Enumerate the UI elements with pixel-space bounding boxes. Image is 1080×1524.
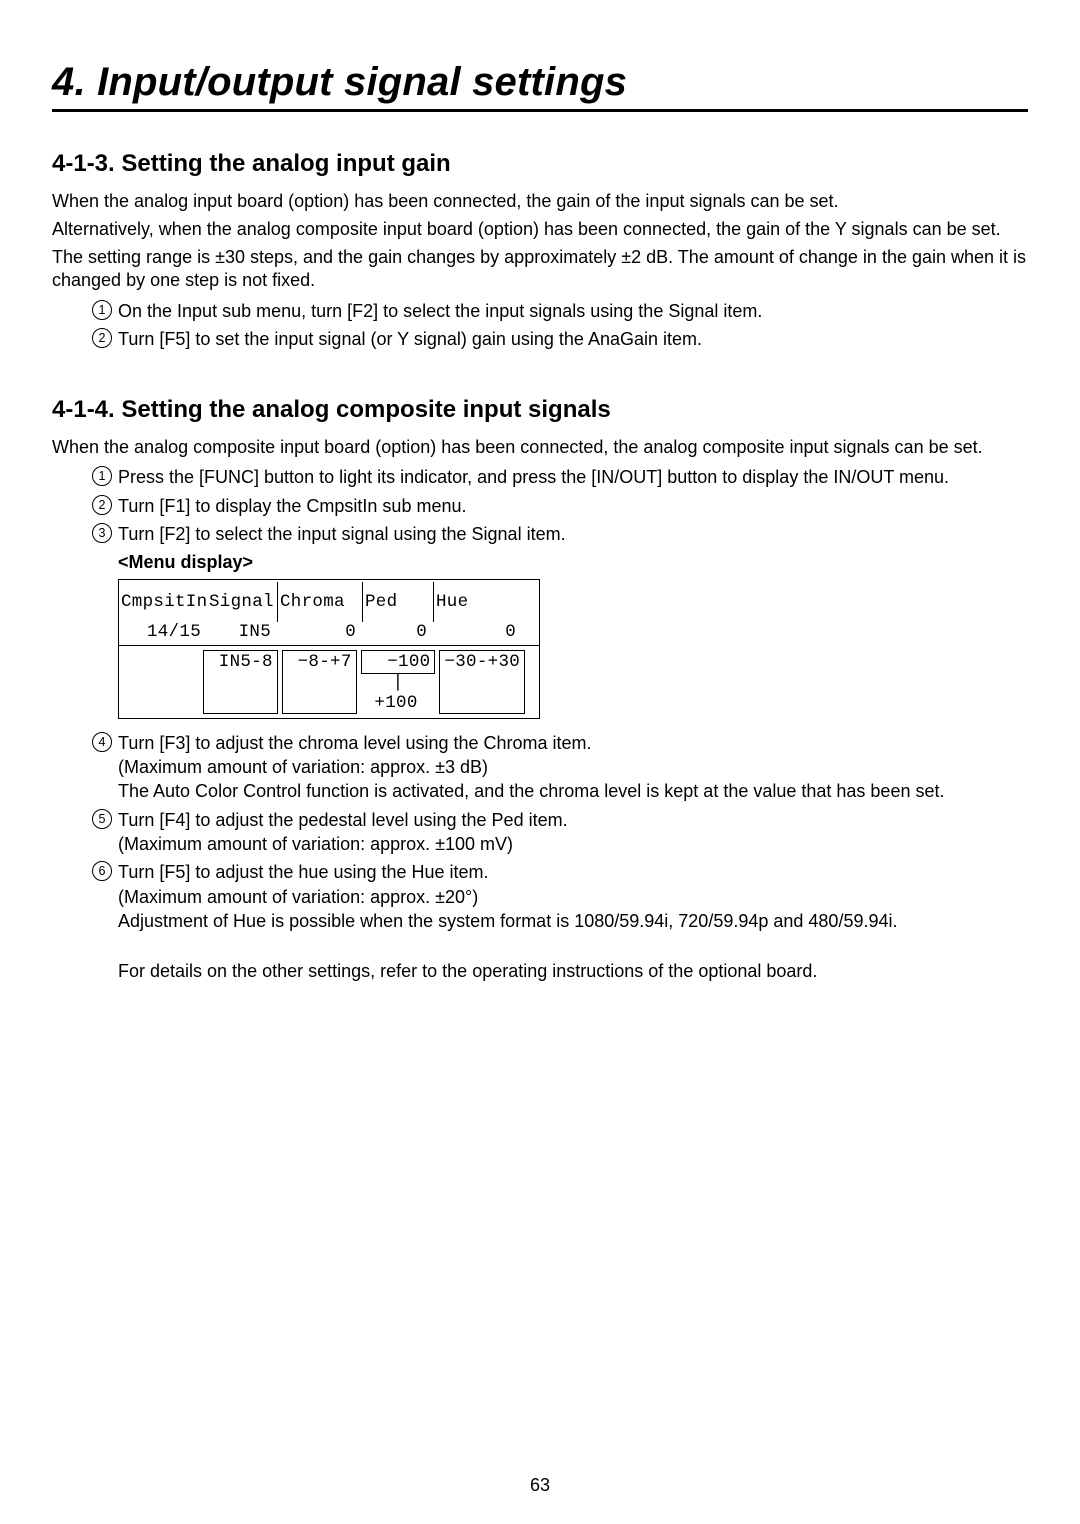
range-box-ped-bottom: +100 — [374, 693, 421, 714]
circled-number-icon: 4 — [92, 732, 112, 752]
step-item: 3 Turn [F2] to select the input signal u… — [92, 522, 1028, 546]
step-item: 5 Turn [F4] to adjust the pedestal level… — [92, 808, 1028, 857]
step-item: 2 Turn [F1] to display the CmpsitIn sub … — [92, 494, 1028, 518]
body-text: The setting range is ±30 steps, and the … — [52, 246, 1028, 294]
menu-divider — [119, 645, 539, 646]
page-number: 63 — [0, 1475, 1080, 1496]
step-subtext: The Auto Color Control function is activ… — [118, 781, 944, 801]
step-subtext: Adjustment of Hue is possible when the s… — [118, 911, 897, 931]
menu-col-header: CmpsitIn — [119, 592, 207, 613]
section-heading-414: 4-1-4. Setting the analog composite inpu… — [52, 396, 1028, 424]
menu-header-row: CmpsitIn Signal Chroma Ped Hue — [119, 582, 539, 622]
menu-value: IN5 — [207, 622, 277, 643]
step-item: 2 Turn [F5] to set the input signal (or … — [92, 327, 1028, 351]
range-box-hue: −30-+30 — [439, 650, 525, 714]
menu-value: 0 — [363, 622, 433, 643]
chapter-title: 4. Input/output signal settings — [52, 60, 1028, 112]
menu-value: 0 — [278, 622, 362, 643]
step-text: Turn [F3] to adjust the chroma level usi… — [118, 733, 592, 753]
step-text: Turn [F5] to set the input signal (or Y … — [118, 329, 702, 349]
step-item: 4 Turn [F3] to adjust the chroma level u… — [92, 731, 1028, 804]
menu-value-row: 14/15 IN5 0 0 0 — [119, 622, 539, 643]
menu-range-row: IN5-8 −8-+7 −100 | +100 −30-+30 — [119, 650, 539, 714]
menu-col-header: Signal — [207, 592, 277, 613]
menu-col-header: Hue — [434, 592, 522, 613]
step-text: Turn [F5] to adjust the hue using the Hu… — [118, 862, 489, 882]
circled-number-icon: 3 — [92, 523, 112, 543]
step-item: 6 Turn [F5] to adjust the hue using the … — [92, 860, 1028, 933]
range-box-signal: IN5-8 — [203, 650, 278, 714]
menu-value: 0 — [434, 622, 522, 643]
footer-note: For details on the other settings, refer… — [118, 961, 1028, 982]
circled-number-icon: 1 — [92, 466, 112, 486]
circled-number-icon: 1 — [92, 300, 112, 320]
step-item: 1 On the Input sub menu, turn [F2] to se… — [92, 299, 1028, 323]
circled-number-icon: 6 — [92, 861, 112, 881]
body-text: When the analog composite input board (o… — [52, 436, 1028, 460]
body-text: Alternatively, when the analog composite… — [52, 218, 1028, 242]
step-subtext: (Maximum amount of variation: approx. ±1… — [118, 834, 513, 854]
menu-value: 14/15 — [119, 622, 207, 643]
step-text: On the Input sub menu, turn [F2] to sele… — [118, 301, 762, 321]
step-text: Press the [FUNC] button to light its ind… — [118, 467, 949, 487]
step-text: Turn [F2] to select the input signal usi… — [118, 524, 566, 544]
section-heading-413: 4-1-3. Setting the analog input gain — [52, 150, 1028, 178]
circled-number-icon: 2 — [92, 495, 112, 515]
range-box-chroma: −8-+7 — [282, 650, 357, 714]
circled-number-icon: 5 — [92, 809, 112, 829]
step-text: Turn [F1] to display the CmpsitIn sub me… — [118, 496, 467, 516]
circled-number-icon: 2 — [92, 328, 112, 348]
step-text: Turn [F4] to adjust the pedestal level u… — [118, 810, 568, 830]
menu-col-header: Ped — [363, 592, 433, 613]
step-subtext: (Maximum amount of variation: approx. ±3… — [118, 757, 488, 777]
range-box-ped: −100 — [361, 650, 436, 674]
step-subtext: (Maximum amount of variation: approx. ±2… — [118, 887, 478, 907]
step-item: 1 Press the [FUNC] button to light its i… — [92, 465, 1028, 489]
body-text: When the analog input board (option) has… — [52, 190, 1028, 214]
menu-display-box: CmpsitIn Signal Chroma Ped Hue 14/15 IN5… — [118, 579, 540, 719]
menu-display-heading: <Menu display> — [118, 552, 1028, 573]
menu-col-header: Chroma — [278, 592, 362, 613]
range-pipe-icon: | — [393, 674, 404, 692]
